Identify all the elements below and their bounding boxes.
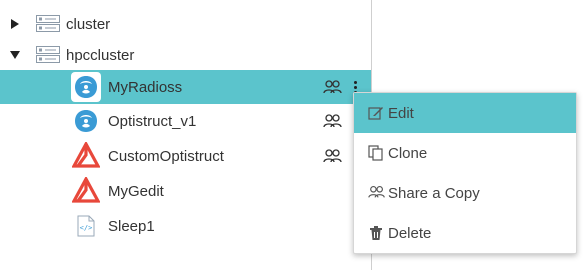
tree-item-label: MyGedit	[108, 182, 164, 200]
edit-icon	[368, 105, 384, 121]
tree-group-label: cluster	[66, 15, 111, 33]
svg-text:</>: </>	[80, 224, 93, 232]
context-menu: Edit Clone Share a Copy Delete	[353, 92, 577, 254]
menu-item-share-a-copy[interactable]: Share a Copy	[354, 173, 576, 213]
tree-item-label: Sleep1	[108, 217, 155, 235]
tree-item-customoptistruct[interactable]: CustomOptistruct	[0, 140, 371, 172]
tree-item-optistruct-v1[interactable]: Optistruct_v1	[0, 105, 371, 137]
menu-item-label: Clone	[388, 144, 428, 162]
tree-item-myradioss[interactable]: MyRadioss	[0, 70, 371, 104]
tree-group-cluster[interactable]: cluster	[0, 8, 371, 40]
menu-item-delete[interactable]: Delete	[354, 213, 576, 253]
menu-item-edit[interactable]: Edit	[354, 93, 576, 133]
menu-item-label: Delete	[388, 224, 432, 242]
tree-item-sleep1[interactable]: </> Sleep1	[0, 210, 371, 242]
caret-down-icon[interactable]	[10, 50, 20, 60]
tree-group-hpccluster[interactable]: hpccluster	[0, 39, 371, 71]
tree-item-label: CustomOptistruct	[108, 147, 224, 165]
shared-users-icon	[323, 149, 343, 163]
altair-logo-icon	[71, 175, 102, 207]
menu-item-label: Edit	[388, 104, 414, 122]
shared-users-icon	[323, 114, 343, 128]
server-icon	[36, 46, 60, 64]
share-icon	[368, 185, 385, 201]
caret-right-icon[interactable]	[10, 19, 20, 29]
radioss-icon	[71, 106, 101, 136]
menu-item-clone[interactable]: Clone	[354, 133, 576, 173]
tree-group-label: hpccluster	[66, 46, 135, 64]
radioss-icon	[71, 72, 101, 102]
tree-item-label: MyRadioss	[108, 78, 183, 96]
tree-item-mygedit[interactable]: MyGedit	[0, 175, 371, 207]
clone-icon	[368, 145, 384, 161]
altair-logo-icon	[71, 140, 102, 172]
script-file-icon: </>	[77, 215, 97, 237]
menu-item-label: Share a Copy	[388, 184, 480, 202]
server-icon	[36, 15, 60, 33]
trash-icon	[368, 225, 384, 241]
tree-item-label: Optistruct_v1	[108, 112, 197, 130]
shared-users-icon	[323, 80, 343, 94]
